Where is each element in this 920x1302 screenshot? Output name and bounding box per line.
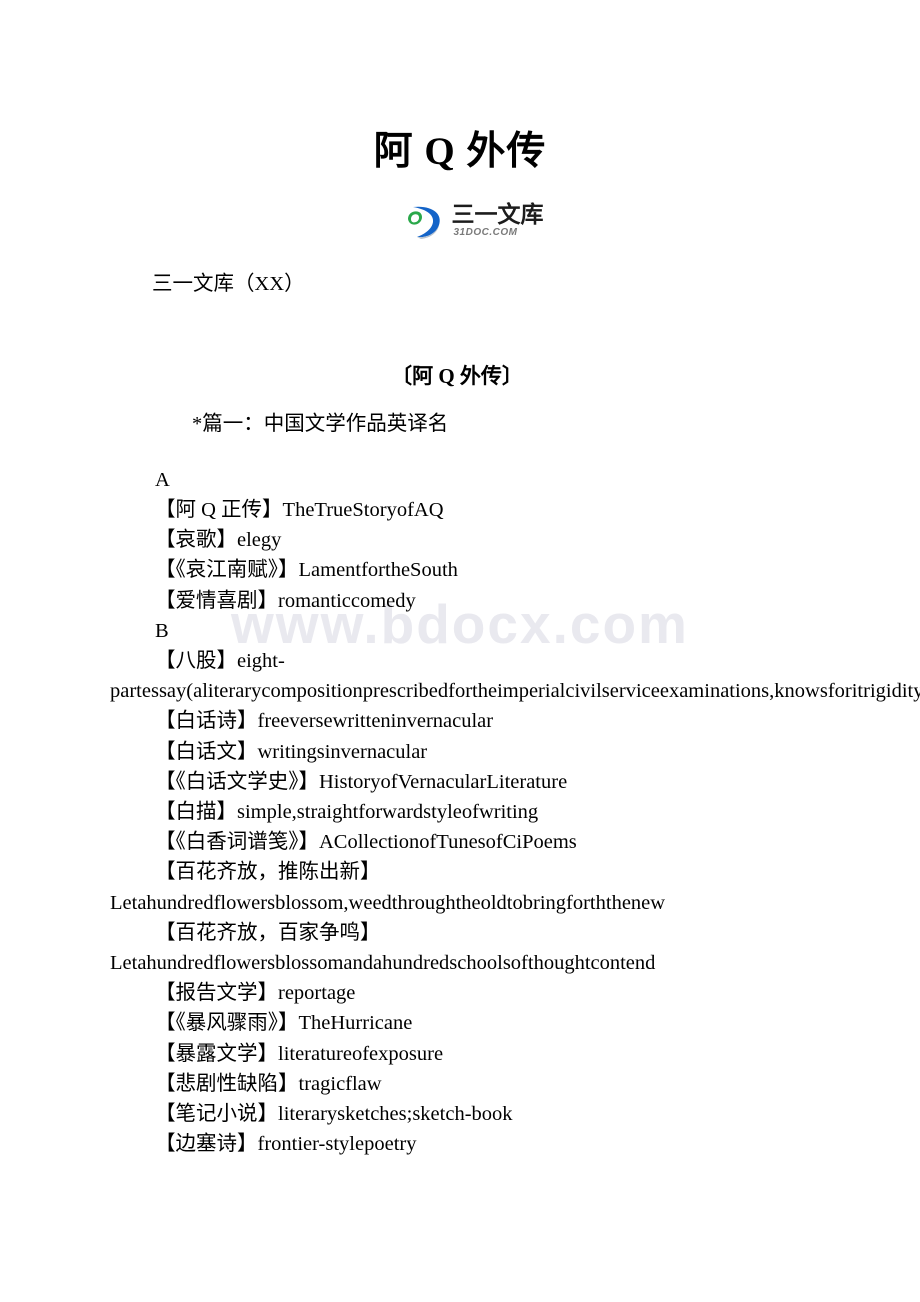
list-item: 【爱情喜剧】romanticcomedy [155,589,416,612]
logo-en-text: 31DOC.COM [453,227,518,239]
logo-swoosh-icon [407,206,440,239]
page-title: 阿 Q 外传 [373,130,547,173]
sanyi-wenku-logo: 三一文库 31DOC.COM [405,201,544,241]
list-item: 【八股】eight-partessay(aliterarycomposition… [110,649,920,703]
list-item: 【阿 Q 正传】TheTrueStoryofAQ [155,498,444,521]
list-item: 【《暴风骤雨》】TheHurricane [155,1012,413,1035]
vertical-spacer [0,299,920,361]
list-item: 【《白话文学史》】HistoryofVernacularLiterature [155,770,568,793]
list-item: A [155,468,170,491]
list-item: 【百花齐放，推陈出新】Letahundredflowersblossom,wee… [110,861,666,914]
list-item: 【报告文学】reportage [155,982,356,1005]
list-item: 【哀歌】elegy [155,529,282,552]
document-page: www.bdocx.com 阿 Q 外传 三一文库 31DOC.COM 三一文库… [0,0,920,1302]
list-item: B [155,619,169,642]
section-title: 〔阿 Q 外传〕 [391,363,523,388]
list-item: 【《白香词谱笺》】ACollectionofTunesofCiPoems [155,831,577,854]
list-item: 【白话诗】freeversewritteninvernacular [155,710,494,733]
list-item: 【白描】simple,straightforwardstyleofwriting [155,800,539,823]
site-line: 三一文库（XX） [152,272,305,295]
list-item: 【百花齐放，百家争鸣】Letahundredflowersblossomanda… [110,921,656,974]
list-item: 【暴露文学】literatureofexposure [155,1042,444,1065]
document-content: 阿 Q 外传 三一文库 31DOC.COM 三一文库（XX） 〔阿 Q 外传〕 … [0,0,920,1159]
list-item: 【《哀江南赋》】LamentfortheSouth [155,559,458,582]
list-item: 【边塞诗】frontier-stylepoetry [155,1133,417,1156]
list-item: 【笔记小说】literarysketches;sketch-book [155,1103,513,1126]
entry-list: A 【阿 Q 正传】TheTrueStoryofAQ 【哀歌】elegy 【《哀… [0,465,920,1160]
logo-cn-text: 三一文库 [451,201,544,228]
sub-title: *篇一：中国文学作品英译名 [192,412,449,435]
list-item: 【悲剧性缺陷】tragicflaw [155,1072,382,1095]
logo-container: 三一文库 31DOC.COM [0,201,920,247]
logo-text: 三一文库 31DOC.COM [452,203,544,238]
list-item: 【白话文】writingsinvernacular [155,740,428,763]
